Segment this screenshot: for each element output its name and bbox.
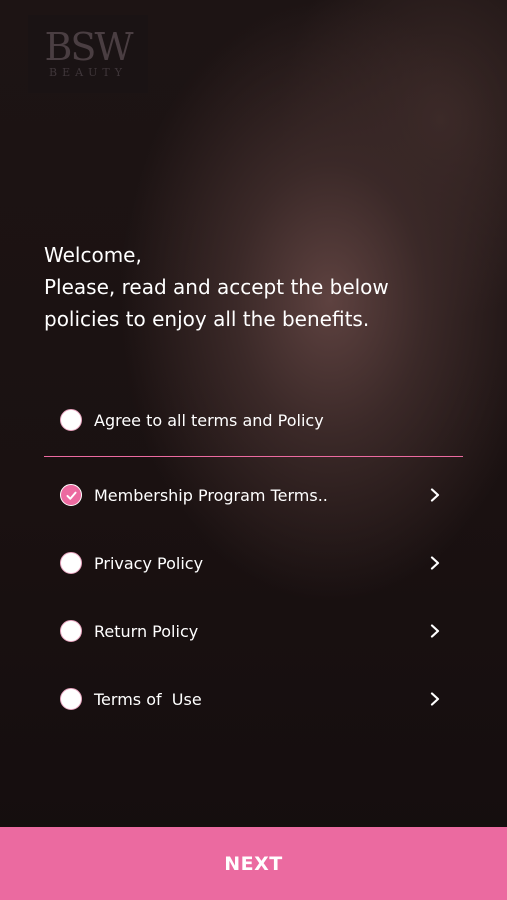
- policy-label: Terms of Use: [94, 689, 202, 709]
- privacy-radio[interactable]: [60, 552, 82, 574]
- membership-radio-checked[interactable]: [60, 484, 82, 506]
- policy-item-privacy[interactable]: Privacy Policy: [44, 535, 464, 591]
- welcome-line-3: policies to enjoy all the benefits.: [44, 307, 370, 331]
- agree-all-option[interactable]: Agree to all terms and Policy: [44, 392, 464, 448]
- policy-label: Membership Program Terms..: [94, 485, 328, 505]
- checkmark-icon: [65, 491, 77, 500]
- welcome-message: Welcome, Please, read and accept the bel…: [44, 239, 464, 335]
- agree-all-label: Agree to all terms and Policy: [94, 410, 324, 430]
- chevron-right-icon[interactable]: [428, 556, 442, 570]
- agree-all-radio[interactable]: [60, 409, 82, 431]
- policy-label: Return Policy: [94, 621, 199, 641]
- next-button[interactable]: NEXT: [0, 827, 507, 900]
- logo-mark: BSW: [44, 24, 133, 69]
- chevron-right-icon[interactable]: [428, 692, 442, 706]
- logo-subtext: BEAUTY: [49, 65, 127, 79]
- policy-label: Privacy Policy: [94, 553, 204, 573]
- welcome-line-2: Please, read and accept the below: [44, 275, 389, 299]
- policy-item-return[interactable]: Return Policy: [44, 603, 464, 659]
- policy-item-membership[interactable]: Membership Program Terms..: [44, 467, 464, 523]
- divider: [44, 456, 463, 457]
- chevron-right-icon[interactable]: [428, 624, 442, 638]
- return-radio[interactable]: [60, 620, 82, 642]
- brand-logo: BSW BEAUTY: [28, 15, 148, 93]
- terms-of-use-radio[interactable]: [60, 688, 82, 710]
- chevron-right-icon[interactable]: [428, 488, 442, 502]
- welcome-line-1: Welcome,: [44, 243, 142, 267]
- policy-item-terms-of-use[interactable]: Terms of Use: [44, 671, 464, 727]
